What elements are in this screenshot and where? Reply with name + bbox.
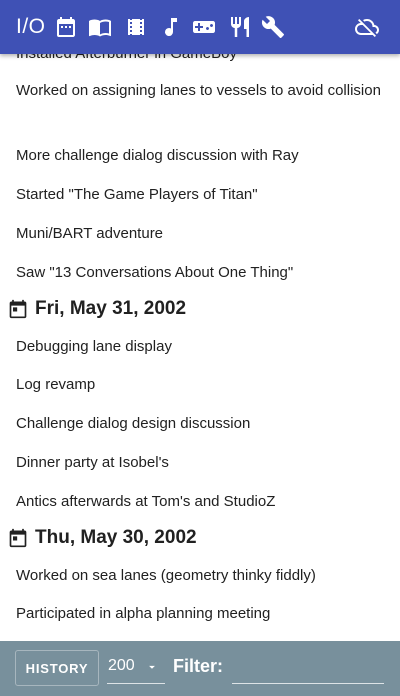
list-item[interactable]: Challenge dialog design discussion (16, 411, 384, 437)
gamepad-icon[interactable] (191, 14, 217, 40)
book-icon[interactable] (88, 14, 112, 40)
cloud-off-icon[interactable] (354, 14, 380, 40)
list-item[interactable]: Started "The Game Players of Titan" (16, 182, 384, 208)
history-button[interactable]: HISTORY (15, 650, 99, 686)
list-item[interactable]: Antics afterwards at Tom's and StudioZ (16, 489, 384, 515)
list-item[interactable]: Log revamp (16, 372, 384, 398)
bottom-bar: HISTORY 200 Filter: (0, 641, 400, 696)
filter-label: Filter: (173, 656, 224, 676)
list-item[interactable]: Saw "13 Conversations About One Thing" (16, 260, 384, 286)
day-label: Thu, May 30, 2002 (35, 527, 197, 548)
restaurant-icon[interactable] (228, 14, 252, 40)
calendar-icon[interactable] (54, 14, 78, 40)
list-item[interactable]: Worked on assigning lanes to vessels to … (16, 78, 384, 104)
filter-input[interactable] (232, 653, 384, 684)
day-header: Fri, May 31, 2002 (8, 298, 186, 320)
list-item[interactable]: Dinner party at Isobel's (16, 450, 384, 476)
count-select[interactable]: 200 (107, 653, 165, 684)
chevron-down-icon (145, 660, 159, 674)
list-item[interactable]: Debugging lane display (16, 334, 384, 360)
list-item[interactable]: Worked on sea lanes (geometry thinky fid… (16, 563, 384, 589)
calendar-icon (9, 299, 27, 319)
top-app-bar: I/O (0, 0, 400, 54)
music-note-icon[interactable] (159, 14, 183, 40)
log-list[interactable]: Installed Afterburner in GameBoy Worked … (0, 36, 400, 641)
count-value: 200 (108, 657, 135, 674)
app-logo[interactable]: I/O (16, 14, 46, 40)
list-item[interactable]: More challenge dialog discussion with Ra… (16, 143, 384, 169)
list-item[interactable]: Participated in alpha planning meeting (16, 601, 384, 627)
day-header: Thu, May 30, 2002 (8, 527, 197, 549)
calendar-icon (9, 528, 27, 548)
film-icon[interactable] (124, 14, 148, 40)
day-label: Fri, May 31, 2002 (35, 298, 187, 319)
filter-field[interactable] (232, 653, 384, 683)
wrench-icon[interactable] (261, 14, 285, 40)
list-item[interactable]: Muni/BART adventure (16, 221, 384, 247)
